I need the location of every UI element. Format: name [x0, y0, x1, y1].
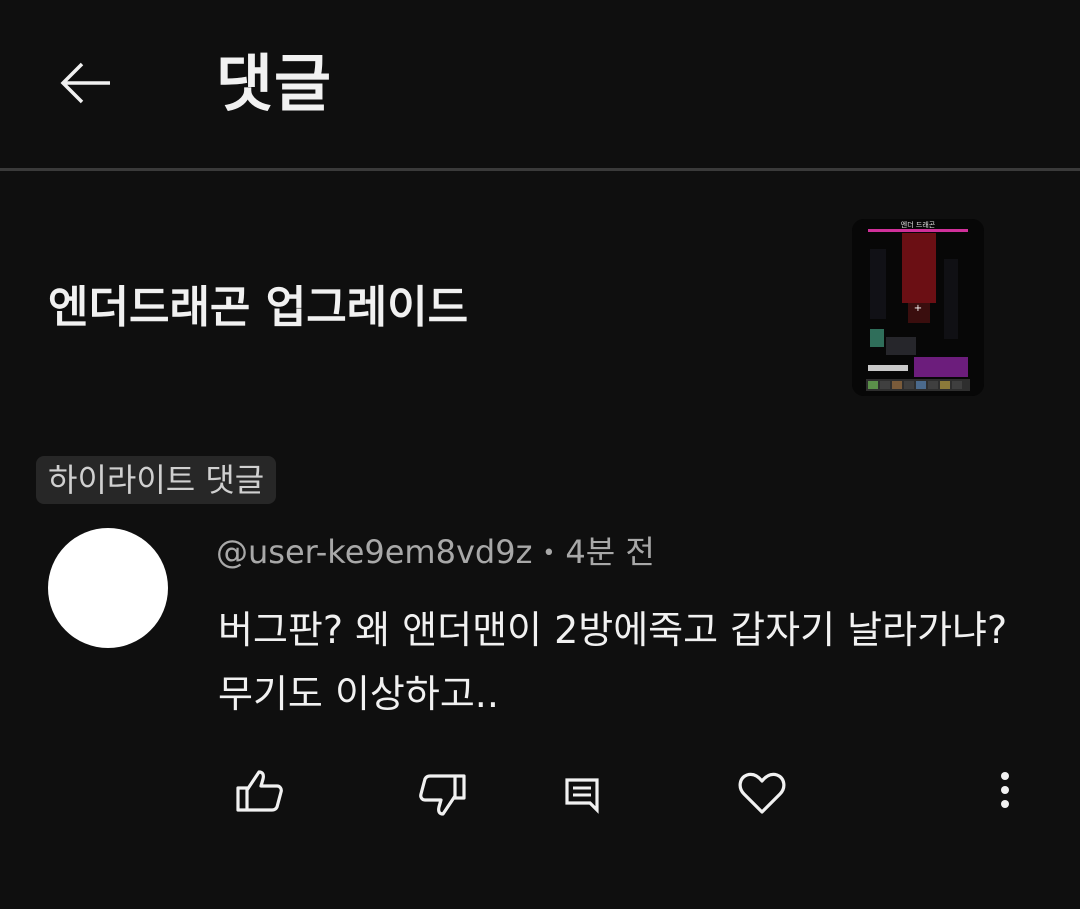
- reply-button[interactable]: [553, 762, 613, 822]
- thumbs-up-icon: [236, 770, 283, 812]
- thumbnail-caption: 엔더 드래곤: [901, 220, 936, 229]
- meta-separator: •: [542, 541, 556, 566]
- avatar[interactable]: [48, 528, 168, 648]
- app-header: 댓글: [0, 0, 1080, 168]
- page-title: 댓글: [216, 47, 333, 120]
- highlight-comment-label: 하이라이트 댓글: [36, 456, 277, 504]
- header-divider: [0, 168, 1080, 171]
- arrow-left-icon: [60, 62, 110, 104]
- thumbs-down-icon: [419, 774, 466, 816]
- heart-icon: [738, 772, 786, 814]
- video-thumbnail[interactable]: 엔더 드래곤 +: [852, 219, 984, 396]
- thumbnail-image: 엔더 드래곤 +: [852, 219, 984, 396]
- more-vert-icon: [1001, 772, 1009, 808]
- comment-meta: @user-ke9em8vd9z • 4분 전: [216, 530, 655, 576]
- comment-text: 버그판? 왜 앤더맨이 2방에죽고 갑자기 날라가냐? 무기도 이상하고..: [218, 598, 1048, 726]
- like-button[interactable]: [230, 762, 290, 822]
- comment-author[interactable]: @user-ke9em8vd9z: [216, 533, 532, 571]
- dislike-button[interactable]: [412, 762, 472, 822]
- comment-time: 4분 전: [565, 533, 655, 571]
- back-button[interactable]: [52, 52, 116, 116]
- more-options-button[interactable]: [975, 762, 1035, 822]
- svg-text:+: +: [914, 303, 922, 314]
- reply-icon: [565, 778, 599, 814]
- video-title: 엔더드래곤 업그레이드: [48, 282, 469, 333]
- heart-button[interactable]: [732, 762, 792, 822]
- comment-line-1: 버그판? 왜 앤더맨이 2방에죽고 갑자기 날라가냐?: [218, 608, 1008, 652]
- comment-line-2: 무기도 이상하고..: [218, 672, 499, 716]
